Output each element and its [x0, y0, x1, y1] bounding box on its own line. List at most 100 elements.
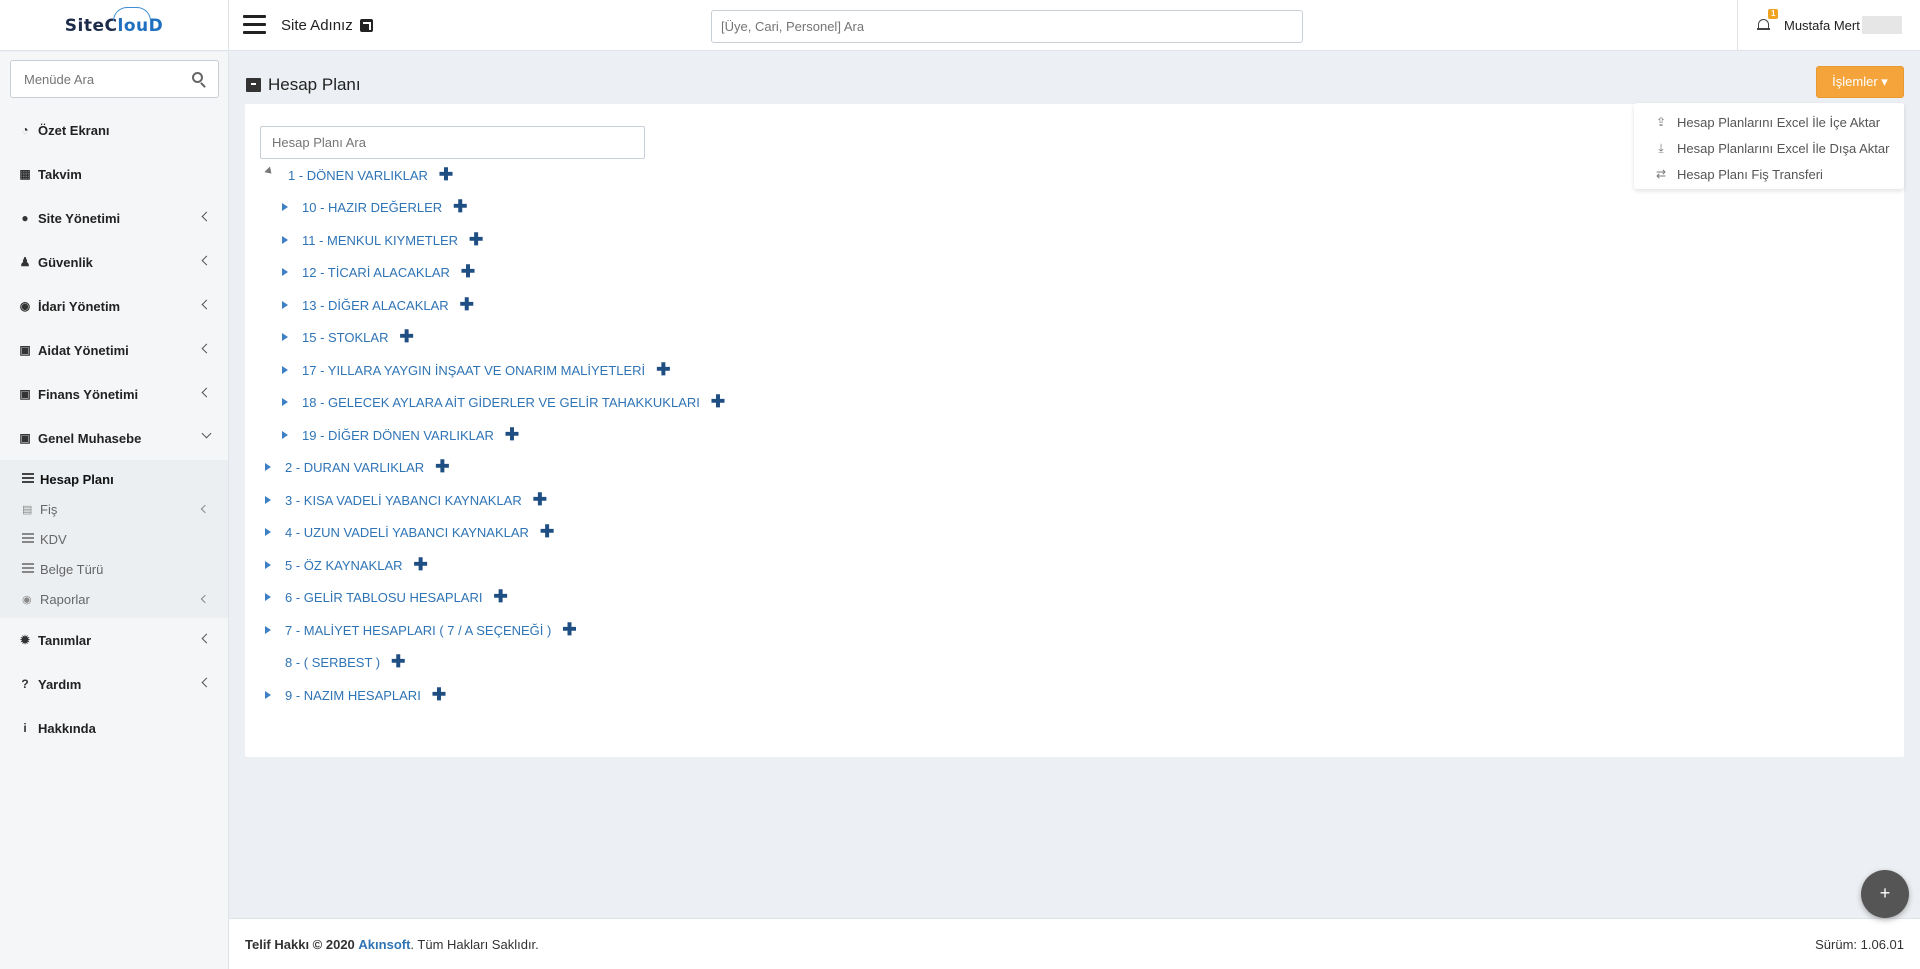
tree-node[interactable]: 6 - GELİR TABLOSU HESAPLARI ✚	[265, 587, 508, 607]
logo-area[interactable]: SiteClouD	[0, 0, 229, 51]
caret-right-icon[interactable]	[265, 463, 271, 471]
add-icon[interactable]: ✚	[562, 621, 576, 638]
sidebar-item-aidat-yonetimi[interactable]: ▣ Aidat Yönetimi	[0, 328, 228, 372]
add-icon[interactable]: ✚	[439, 166, 453, 183]
tree-node[interactable]: 7 - MALİYET HESAPLARI ( 7 / A SEÇENEĞİ )…	[265, 620, 577, 640]
chevron-left-icon	[200, 504, 210, 514]
tree-node[interactable]: 3 - KISA VADELİ YABANCI KAYNAKLAR ✚	[265, 490, 547, 510]
sidebar-item-takvim[interactable]: ▦ Takvim	[0, 152, 228, 196]
sidebar-item-hakkinda[interactable]: i Hakkında	[0, 706, 228, 750]
tree-node[interactable]: 12 - TİCARİ ALACAKLAR ✚	[282, 262, 475, 282]
sidebar-subitem-kdv[interactable]: KDV	[0, 524, 228, 554]
add-icon[interactable]: ✚	[493, 588, 507, 605]
caret-right-icon[interactable]	[282, 366, 288, 374]
file-icon: ▤	[22, 503, 33, 516]
caret-right-icon[interactable]	[282, 236, 288, 244]
sidebar-item-finans-yonetimi[interactable]: ▣ Finans Yönetimi	[0, 372, 228, 416]
sidebar-subitem-hesap-plani[interactable]: Hesap Planı	[0, 464, 228, 494]
add-icon[interactable]: ✚	[469, 231, 483, 248]
add-icon[interactable]: ✚	[711, 393, 725, 410]
add-icon[interactable]: ✚	[453, 198, 467, 215]
menu-toggle-icon[interactable]	[243, 15, 266, 34]
add-icon[interactable]: ✚	[540, 523, 554, 540]
chevron-left-icon	[201, 633, 212, 644]
add-icon[interactable]: ✚	[656, 361, 670, 378]
site-name: Site Adınız	[281, 17, 353, 34]
sidebar-item-yardim[interactable]: ? Yardım	[0, 662, 228, 706]
add-icon[interactable]: ✚	[435, 458, 449, 475]
external-link-icon[interactable]	[360, 19, 373, 32]
sidebar-item-ozet[interactable]: ◔ Özet Ekranı	[0, 108, 228, 152]
caret-right-icon[interactable]	[265, 561, 271, 569]
avatar[interactable]	[1862, 16, 1902, 34]
caret-right-icon[interactable]	[265, 528, 271, 536]
archive-icon	[246, 78, 261, 92]
import-excel-item[interactable]: ⇪ Hesap Planlarını Excel İle İçe Aktar	[1634, 109, 1904, 135]
sidebar: ◔ Özet Ekranı ▦ Takvim ● Site Yönetimi ♟…	[0, 52, 229, 969]
bell-icon[interactable]: 1	[1757, 9, 1779, 31]
sidebar-item-site-yonetimi[interactable]: ● Site Yönetimi	[0, 196, 228, 240]
tree-node[interactable]: 15 - STOKLAR ✚	[282, 327, 414, 347]
global-search-input[interactable]	[711, 10, 1303, 43]
add-icon[interactable]: ✚	[461, 263, 475, 280]
sidebar-subitem-belge-turu[interactable]: Belge Türü	[0, 554, 228, 584]
add-icon[interactable]: ✚	[460, 296, 474, 313]
sidebar-item-idari-yonetim[interactable]: ◉ İdari Yönetim	[0, 284, 228, 328]
export-excel-item[interactable]: ⤓ Hesap Planlarını Excel İle Dışa Aktar	[1634, 135, 1904, 161]
sidebar-item-guvenlik[interactable]: ♟ Güvenlik	[0, 240, 228, 284]
chevron-left-icon	[201, 677, 212, 688]
search-icon[interactable]	[192, 72, 203, 83]
user-name[interactable]: Mustafa Mert	[1784, 18, 1860, 33]
add-icon[interactable]: ✚	[399, 328, 413, 345]
tree-node[interactable]: 18 - GELECEK AYLARA AİT GİDERLER VE GELİ…	[282, 392, 725, 412]
tree-node[interactable]: 1 - DÖNEN VARLIKLAR ✚	[264, 165, 453, 185]
actions-dropdown-button[interactable]: İşlemler ▾	[1816, 66, 1904, 98]
chevron-left-icon	[201, 255, 212, 266]
genel-muhasebe-submenu: Hesap Planı ▤ Fiş KDV Belge Türü ◉ Rapor…	[0, 460, 228, 618]
caret-right-icon[interactable]	[282, 203, 288, 211]
tree-node[interactable]: 13 - DİĞER ALACAKLAR ✚	[282, 295, 474, 315]
caret-right-icon[interactable]	[265, 691, 271, 699]
sidebar-item-genel-muhasebe[interactable]: ▣ Genel Muhasebe	[0, 416, 228, 460]
floating-add-button[interactable]: +	[1861, 870, 1909, 918]
caret-down-icon[interactable]	[264, 166, 275, 177]
caret-right-icon[interactable]	[282, 431, 288, 439]
tree-node[interactable]: 19 - DİĞER DÖNEN VARLIKLAR ✚	[282, 425, 519, 445]
caret-right-icon[interactable]	[265, 593, 271, 601]
info-icon: i	[23, 721, 27, 735]
money-icon: ▣	[19, 343, 31, 357]
menu-search-input[interactable]	[10, 60, 219, 98]
brand-link[interactable]: Akınsoft	[358, 937, 410, 952]
sitecloud-logo[interactable]: SiteClouD	[65, 6, 163, 36]
tree-node[interactable]: 10 - HAZIR DEĞERLER ✚	[282, 197, 467, 217]
sidebar-subitem-fis[interactable]: ▤ Fiş	[0, 494, 228, 524]
voucher-transfer-item[interactable]: ⇄ Hesap Planı Fiş Transferi	[1634, 161, 1904, 187]
top-header: SiteClouD Site Adınız 1 Mustafa Mert	[0, 0, 1920, 51]
list-icon	[22, 532, 35, 546]
sidebar-item-tanimlar[interactable]: ✹ Tanımlar	[0, 618, 228, 662]
add-icon[interactable]: ✚	[533, 491, 547, 508]
caret-right-icon[interactable]	[282, 268, 288, 276]
tree-node[interactable]: 4 - UZUN VADELİ YABANCI KAYNAKLAR ✚	[265, 522, 554, 542]
add-icon[interactable]: ✚	[505, 426, 519, 443]
account-plan-search-input[interactable]	[260, 126, 645, 159]
tree-node[interactable]: 17 - YILLARA YAYGIN İNŞAAT VE ONARIM MAL…	[282, 360, 670, 380]
add-icon[interactable]: ✚	[391, 653, 405, 670]
tree-node[interactable]: 8 - ( SERBEST ) ✚	[265, 652, 405, 672]
add-icon[interactable]: ✚	[414, 556, 428, 573]
add-icon[interactable]: ✚	[432, 686, 446, 703]
caret-right-icon[interactable]	[265, 496, 271, 504]
sidebar-menu: ◔ Özet Ekranı ▦ Takvim ● Site Yönetimi ♟…	[0, 108, 228, 750]
caret-right-icon[interactable]	[282, 398, 288, 406]
globe-icon: ◉	[22, 593, 32, 606]
sidebar-subitem-raporlar[interactable]: ◉ Raporlar	[0, 584, 228, 614]
caret-right-icon[interactable]	[282, 333, 288, 341]
version-label: Sürüm: 1.06.01	[1815, 936, 1904, 952]
caret-right-icon[interactable]	[265, 626, 271, 634]
caret-right-icon[interactable]	[282, 301, 288, 309]
tree-node[interactable]: 11 - MENKUL KIYMETLER ✚	[282, 230, 483, 250]
tree-node[interactable]: 9 - NAZIM HESAPLARI ✚	[265, 685, 446, 705]
calendar-icon: ▦	[19, 167, 31, 181]
tree-node[interactable]: 2 - DURAN VARLIKLAR ✚	[265, 457, 449, 477]
tree-node[interactable]: 5 - ÖZ KAYNAKLAR ✚	[265, 555, 428, 575]
